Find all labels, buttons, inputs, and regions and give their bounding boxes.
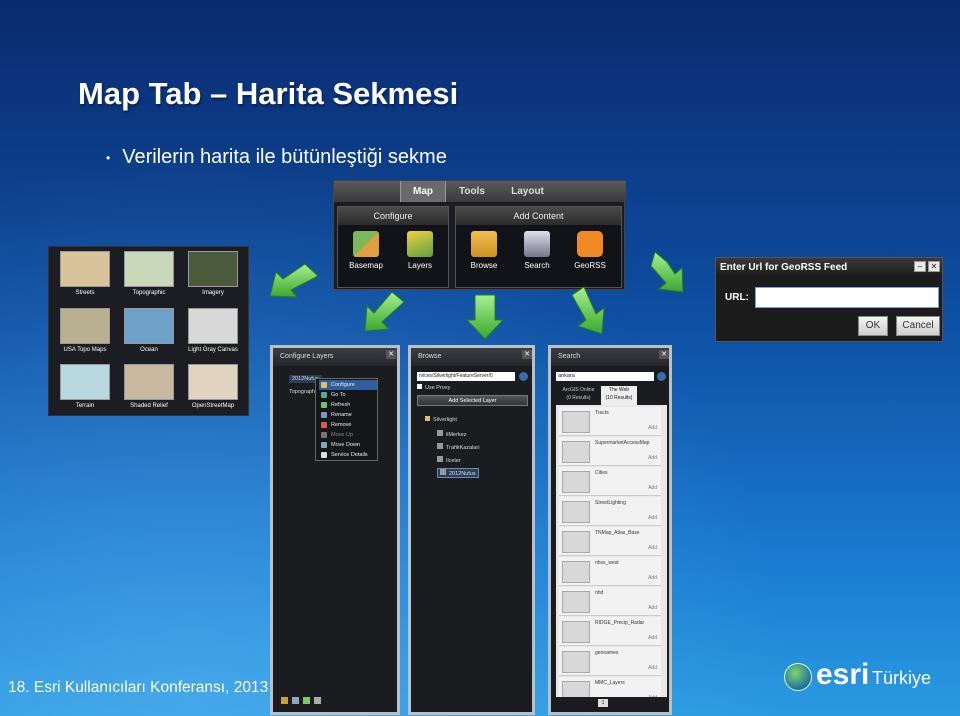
- georss-dialog-title: Enter Url for GeoRSS Feed: [716, 258, 942, 277]
- result-thumbnail: [562, 651, 590, 673]
- tree-layer-selected[interactable]: 2012Nufus: [437, 468, 479, 478]
- tab-arcgis-online[interactable]: ArcGIS Online (0 Results): [556, 386, 601, 405]
- search-result[interactable]: nhss_west Add: [559, 557, 661, 586]
- layer-icon: [437, 443, 443, 449]
- search-result[interactable]: nhd Add: [559, 587, 661, 616]
- result-thumbnail: [562, 441, 590, 463]
- tree-layer[interactable]: ilMerkez: [437, 430, 466, 438]
- page-number[interactable]: 1: [598, 699, 608, 707]
- result-thumbnail: [562, 531, 590, 553]
- menu-refresh[interactable]: Refresh: [319, 400, 377, 410]
- search-panel: Search ✕ ankara ArcGIS Online (0 Results)…: [548, 345, 672, 715]
- use-proxy-checkbox[interactable]: Use Proxy: [417, 384, 450, 391]
- search-result[interactable]: StreetLighting Add: [559, 497, 661, 526]
- result-thumbnail: [562, 591, 590, 613]
- search-icon[interactable]: [519, 372, 528, 381]
- esri-logo-text: esri: [816, 658, 870, 691]
- search-result[interactable]: TNMap_Atlas_Base Add: [559, 527, 661, 556]
- panel-title: Browse: [411, 348, 532, 366]
- search-result[interactable]: MMC_LayersAdd: [559, 677, 661, 697]
- toolbar-icon[interactable]: [281, 697, 288, 704]
- search-result[interactable]: Tracts Add: [559, 407, 661, 436]
- tree-root[interactable]: Silverlight: [425, 416, 457, 423]
- url-label: URL:: [725, 292, 749, 303]
- cancel-button[interactable]: Cancel: [896, 316, 940, 336]
- esri-country-text: Türkiye: [872, 668, 932, 688]
- layer-icon: [437, 430, 443, 436]
- menu-move-down[interactable]: Move Down: [319, 440, 377, 450]
- result-thumbnail: [562, 501, 590, 523]
- menu-remove[interactable]: Remove: [319, 420, 377, 430]
- layer-icon: [440, 469, 446, 475]
- toolbar-icon[interactable]: [292, 697, 299, 704]
- service-url-input[interactable]: rvices/Silverlight/FeatureServer/0: [417, 372, 515, 381]
- panel-title: Search: [551, 348, 669, 366]
- tree-layer[interactable]: TrafikKazalari: [437, 443, 479, 451]
- tree-layer[interactable]: Ilceler: [437, 456, 461, 464]
- layer-icon: [437, 456, 443, 462]
- ok-button[interactable]: OK: [858, 316, 888, 336]
- result-thumbnail: [562, 561, 590, 583]
- search-result[interactable]: geonames Add: [559, 647, 661, 676]
- search-result[interactable]: Cities Add: [559, 467, 661, 496]
- url-input[interactable]: [755, 287, 939, 308]
- layer-toolbar: [281, 697, 391, 707]
- arrow-to-configure-icon: [364, 291, 405, 332]
- menu-go-to[interactable]: Go To: [319, 390, 377, 400]
- close-icon[interactable]: ✕: [522, 350, 532, 359]
- search-results-list: Tracts Add SupermarketAccessMap Add Cities…: [556, 405, 667, 697]
- arrow-to-browse-icon: [465, 294, 505, 340]
- result-thumbnail: [562, 621, 590, 643]
- panel-title: Configure Layers: [273, 348, 397, 366]
- result-thumbnail: [562, 681, 590, 697]
- georss-dialog: Enter Url for GeoRSS Feed – ✕ URL: OK Ca…: [715, 257, 943, 342]
- search-result[interactable]: RIDGE_Precip_Radar Add: [559, 617, 661, 646]
- search-result[interactable]: SupermarketAccessMap Add: [559, 437, 661, 466]
- arrow-to-gallery-icon: [269, 263, 319, 298]
- arrow-to-search-icon: [571, 286, 605, 335]
- toolbar-icon[interactable]: [314, 697, 321, 704]
- close-icon[interactable]: ✕: [659, 350, 669, 359]
- layer-context-menu: Configure Go To Refresh Rename Remove Mo…: [315, 378, 378, 461]
- arrow-to-georss-icon: [650, 251, 684, 293]
- search-input[interactable]: ankara: [556, 372, 654, 381]
- search-icon[interactable]: [657, 372, 666, 381]
- add-selected-layer-button[interactable]: Add Selected Layer: [417, 395, 528, 406]
- toolbar-icon[interactable]: [303, 697, 310, 704]
- tab-the-web[interactable]: The Web (10 Results): [601, 386, 637, 405]
- menu-move-up[interactable]: Move Up: [319, 430, 377, 440]
- layer-item[interactable]: Topograph: [289, 389, 315, 395]
- browse-panel: Browse ✕ rvices/Silverlight/FeatureServe…: [408, 345, 535, 715]
- menu-configure[interactable]: Configure: [319, 380, 377, 390]
- esri-globe-icon: [784, 663, 812, 691]
- close-icon[interactable]: ✕: [386, 350, 396, 359]
- menu-rename[interactable]: Rename: [319, 410, 377, 420]
- result-thumbnail: [562, 411, 590, 433]
- minimize-icon[interactable]: –: [914, 261, 926, 272]
- folder-icon: [425, 416, 430, 421]
- close-icon[interactable]: ✕: [928, 261, 940, 272]
- result-thumbnail: [562, 471, 590, 493]
- slide-footer: 18. Esri Kullanıcıları Konferansı, 2013: [8, 679, 269, 696]
- menu-service-details[interactable]: Service Details: [319, 450, 377, 460]
